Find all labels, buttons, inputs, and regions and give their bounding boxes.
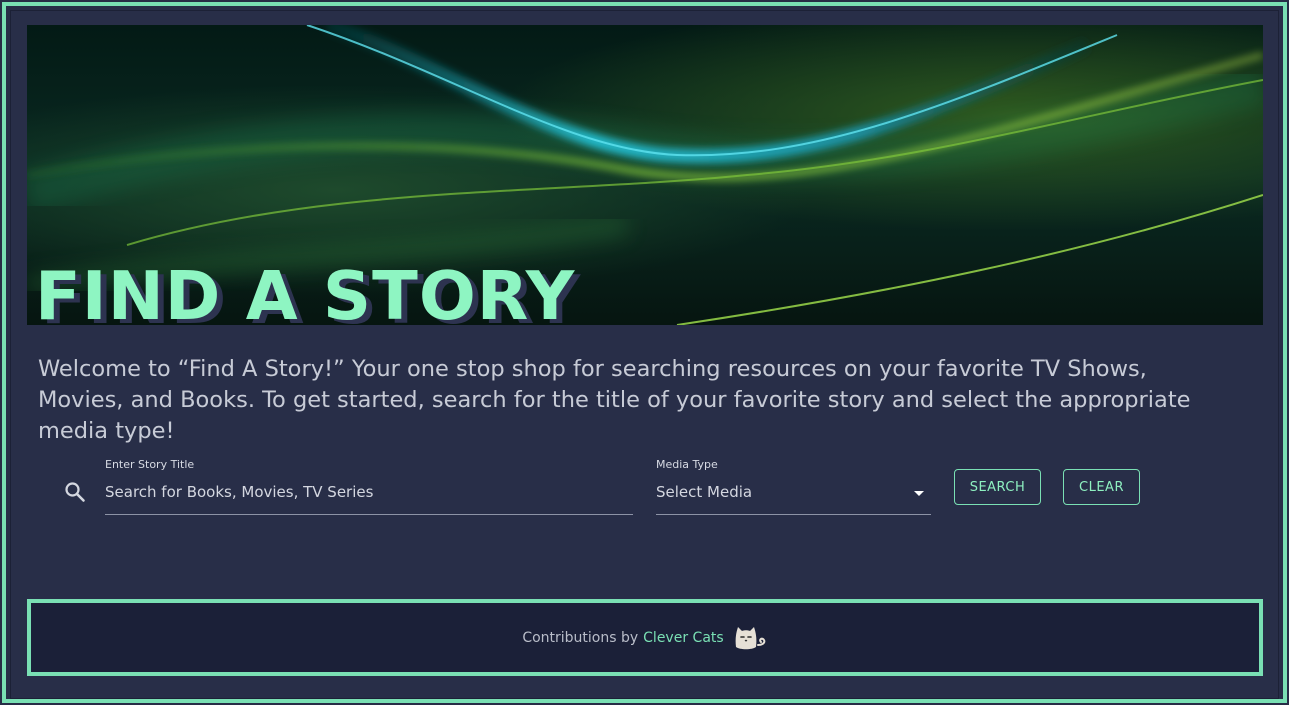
media-type-underline xyxy=(656,514,931,515)
footer-brand-link[interactable]: Clever Cats xyxy=(643,630,724,646)
search-button[interactable]: SEARCH xyxy=(954,469,1041,505)
media-type-value[interactable]: Select Media xyxy=(656,483,752,501)
hero-banner: FIND A STORY xyxy=(27,25,1263,325)
page-title: FIND A STORY xyxy=(35,257,576,326)
search-input-underline xyxy=(105,514,633,515)
search-input[interactable]: Search for Books, Movies, TV Series xyxy=(105,483,373,501)
cat-icon xyxy=(735,626,766,649)
footer-credits: Contributions by Clever Cats xyxy=(31,603,1259,672)
footer: Contributions by Clever Cats xyxy=(27,599,1263,676)
welcome-text: Welcome to “Find A Story!” Your one stop… xyxy=(38,356,1191,444)
search-field-label: Enter Story Title xyxy=(105,458,195,471)
search-icon xyxy=(65,482,85,502)
media-type-label: Media Type xyxy=(656,458,718,471)
clear-button[interactable]: CLEAR xyxy=(1063,469,1140,505)
footer-prefix: Contributions by xyxy=(522,629,639,646)
caret-down-icon[interactable] xyxy=(914,491,924,496)
